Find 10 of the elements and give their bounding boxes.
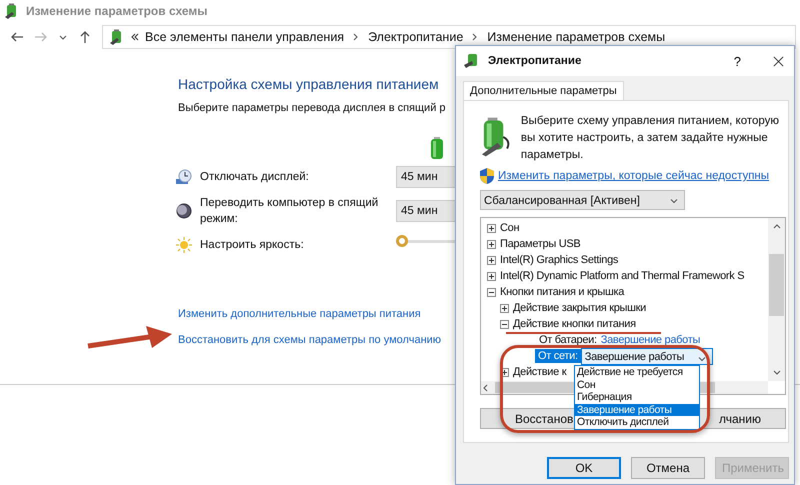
page-subtitle: Выберите параметры перевода дисплея в спящий р xyxy=(178,102,446,114)
page-heading: Настройка схемы управления питанием xyxy=(178,76,439,92)
setting-label: Настроить яркость: xyxy=(200,238,305,253)
setting-label: Переводить компьютер в спящий режим: xyxy=(200,196,380,227)
window-title: Изменение параметров схемы xyxy=(26,4,208,18)
setting-label: Отключать дисплей: xyxy=(200,170,310,185)
setting-label: От сети: xyxy=(535,349,581,363)
setting-label: От батареи: xyxy=(539,334,597,346)
dialog-title: Электропитание xyxy=(488,55,582,67)
description-text: Выберите схему управления питанием, которую вы хотите настроить, а затем задайте нужные параметры. xyxy=(520,114,780,163)
